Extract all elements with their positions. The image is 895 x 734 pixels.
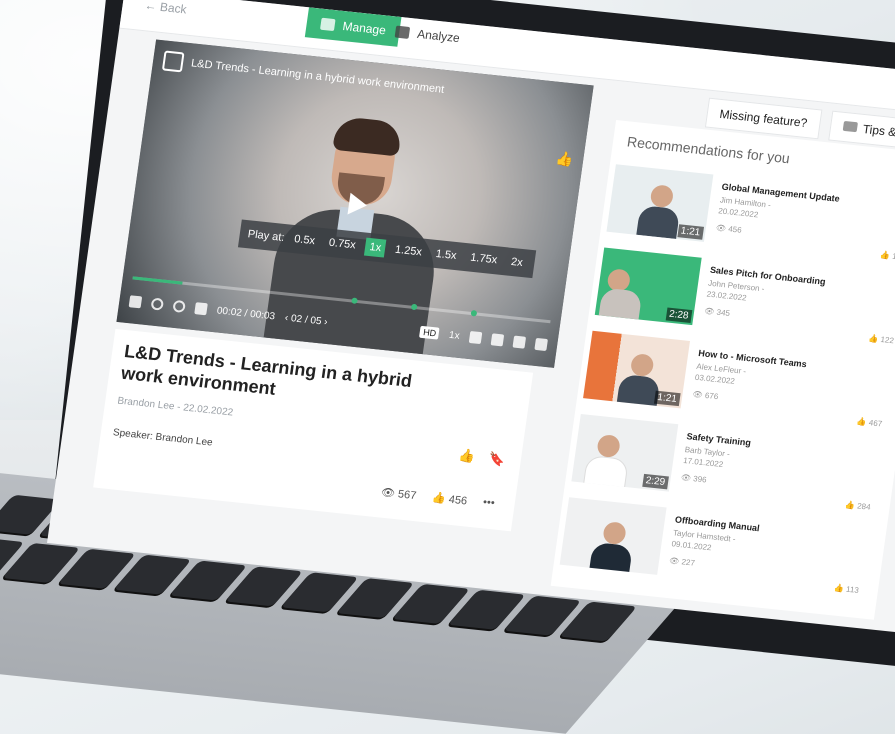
rec-date: 17.01.2022 <box>682 455 724 470</box>
likes-value: 456 <box>447 493 468 508</box>
laptop-screen: ← Back Manage Analyze Missing feature? T… <box>47 0 895 633</box>
play-icon[interactable] <box>128 295 143 309</box>
rec-views: 👁 396 <box>680 472 708 485</box>
time-readout: 00:02 / 00:03 <box>216 304 276 322</box>
back-link[interactable]: ← Back <box>144 0 188 16</box>
graduation-cap-icon <box>842 120 858 133</box>
speed-option[interactable]: 0.75x <box>324 233 361 254</box>
volume-icon[interactable] <box>194 302 208 316</box>
quality-badge-icon[interactable]: HD <box>419 325 440 340</box>
duration-badge: 1:21 <box>676 224 705 240</box>
chapter-marker[interactable] <box>410 303 418 311</box>
tab-analyze-label: Analyze <box>416 26 461 46</box>
thumb-person-body <box>582 454 629 491</box>
rec-likes: 👍 189 <box>880 250 895 262</box>
rec-date: 03.02.2022 <box>694 372 736 386</box>
speed-option[interactable]: 1.75x <box>465 248 502 269</box>
rec-date: 09.01.2022 <box>670 539 713 553</box>
recommendation-thumbnail: 2:29 <box>571 413 679 492</box>
bookmark-icon[interactable]: 🔖 <box>487 451 506 469</box>
video-details-panel: L&D Trends - Learning in a hybrid work e… <box>93 328 534 532</box>
rec-likes: 👍 113 <box>833 583 860 595</box>
views-count: 👁 567 <box>380 486 418 503</box>
speed-option[interactable]: 1.25x <box>390 240 427 261</box>
thumb-person-head <box>602 521 628 546</box>
thumb-person-head <box>629 353 655 378</box>
views-value: 567 <box>397 488 418 503</box>
rec-views: 👁 456 <box>715 223 743 235</box>
video-speaker: Speaker: Brandon Lee <box>112 427 214 449</box>
rec-likes-value: 284 <box>856 501 872 512</box>
speed-option[interactable]: 0.5x <box>289 230 320 251</box>
recommendations-panel: Recommendations for you 1:21 Global Mana… <box>550 120 895 620</box>
chapter-nav[interactable]: ‹ 02 / 05 › <box>284 312 328 327</box>
captions-icon[interactable] <box>468 330 483 345</box>
rec-date: 20.02.2022 <box>717 206 759 220</box>
rate-readout[interactable]: 1x <box>448 329 460 341</box>
layout-icon[interactable] <box>490 333 505 347</box>
rec-likes: 👍 122 <box>867 333 895 346</box>
presenter-hair <box>332 115 403 157</box>
forward-icon[interactable] <box>172 299 186 313</box>
controls-spacer <box>337 323 410 331</box>
thumb-person-body <box>636 205 681 239</box>
speed-option[interactable]: 1.5x <box>431 245 462 266</box>
thumbs-up-icon[interactable]: 👍 <box>555 150 575 169</box>
rec-views-value: 227 <box>680 557 696 568</box>
recommendations-heading: Recommendations for you <box>626 133 791 167</box>
thumb-person-body <box>588 541 633 575</box>
video-logo-icon <box>161 50 185 73</box>
rec-views: 👁 345 <box>703 306 731 318</box>
video-player[interactable]: L&D Trends - Learning in a hybrid work e… <box>116 39 594 368</box>
recommendation-thumbnail: 2:28 <box>594 247 702 326</box>
speed-option[interactable]: 2x <box>506 253 528 273</box>
thumb-person-head <box>596 434 622 459</box>
recommendation-thumbnail: 1:21 <box>583 330 691 409</box>
like-button-icon[interactable]: 👍 <box>457 448 476 466</box>
rec-likes: 👍 284 <box>844 500 872 512</box>
tips-label: Tips & Tricks <box>861 121 895 143</box>
rec-views: 👁 227 <box>668 556 696 568</box>
thumb-person-head <box>649 184 675 209</box>
duration-badge: 1:21 <box>653 390 681 407</box>
rec-views: 👁 676 <box>692 389 719 402</box>
likes-count: 👍 456 <box>431 491 468 508</box>
chapters-list-icon[interactable] <box>512 335 527 349</box>
chart-icon <box>394 25 411 39</box>
rec-likes: 👍 467 <box>856 416 883 429</box>
chapter-readout: 02 / 05 <box>290 312 323 327</box>
detail-actions: 👍 🔖 <box>457 448 506 469</box>
more-options-icon[interactable]: ••• <box>482 496 495 510</box>
duration-badge: 2:28 <box>665 307 693 323</box>
recommendation-thumbnail <box>559 497 667 575</box>
list-icon <box>319 17 336 32</box>
play-button[interactable] <box>347 192 369 217</box>
rec-views-value: 456 <box>727 224 743 235</box>
recommendation-thumbnail: 1:21 <box>606 164 714 242</box>
rec-likes-value: 467 <box>868 418 883 429</box>
play-at-label: Play at: <box>247 228 286 244</box>
rec-views-value: 676 <box>704 390 719 402</box>
rec-likes-value: 122 <box>879 334 895 346</box>
thumb-person-body <box>598 287 643 322</box>
duration-badge: 2:29 <box>641 473 669 490</box>
rec-date: 23.02.2022 <box>706 289 748 303</box>
detail-stats: 👁 567 👍 456 ••• <box>380 486 495 511</box>
rec-views-value: 396 <box>692 474 708 485</box>
rewind-icon[interactable] <box>150 297 165 311</box>
speed-option-selected[interactable]: 1x <box>364 237 387 258</box>
fullscreen-icon[interactable] <box>534 337 548 352</box>
chapter-marker[interactable] <box>470 309 478 317</box>
rec-likes-value: 113 <box>845 584 860 595</box>
rec-views-value: 345 <box>716 307 731 318</box>
video-byline: Brandon Lee - 22.02.2022 <box>116 395 234 419</box>
chapter-marker[interactable] <box>351 297 358 304</box>
